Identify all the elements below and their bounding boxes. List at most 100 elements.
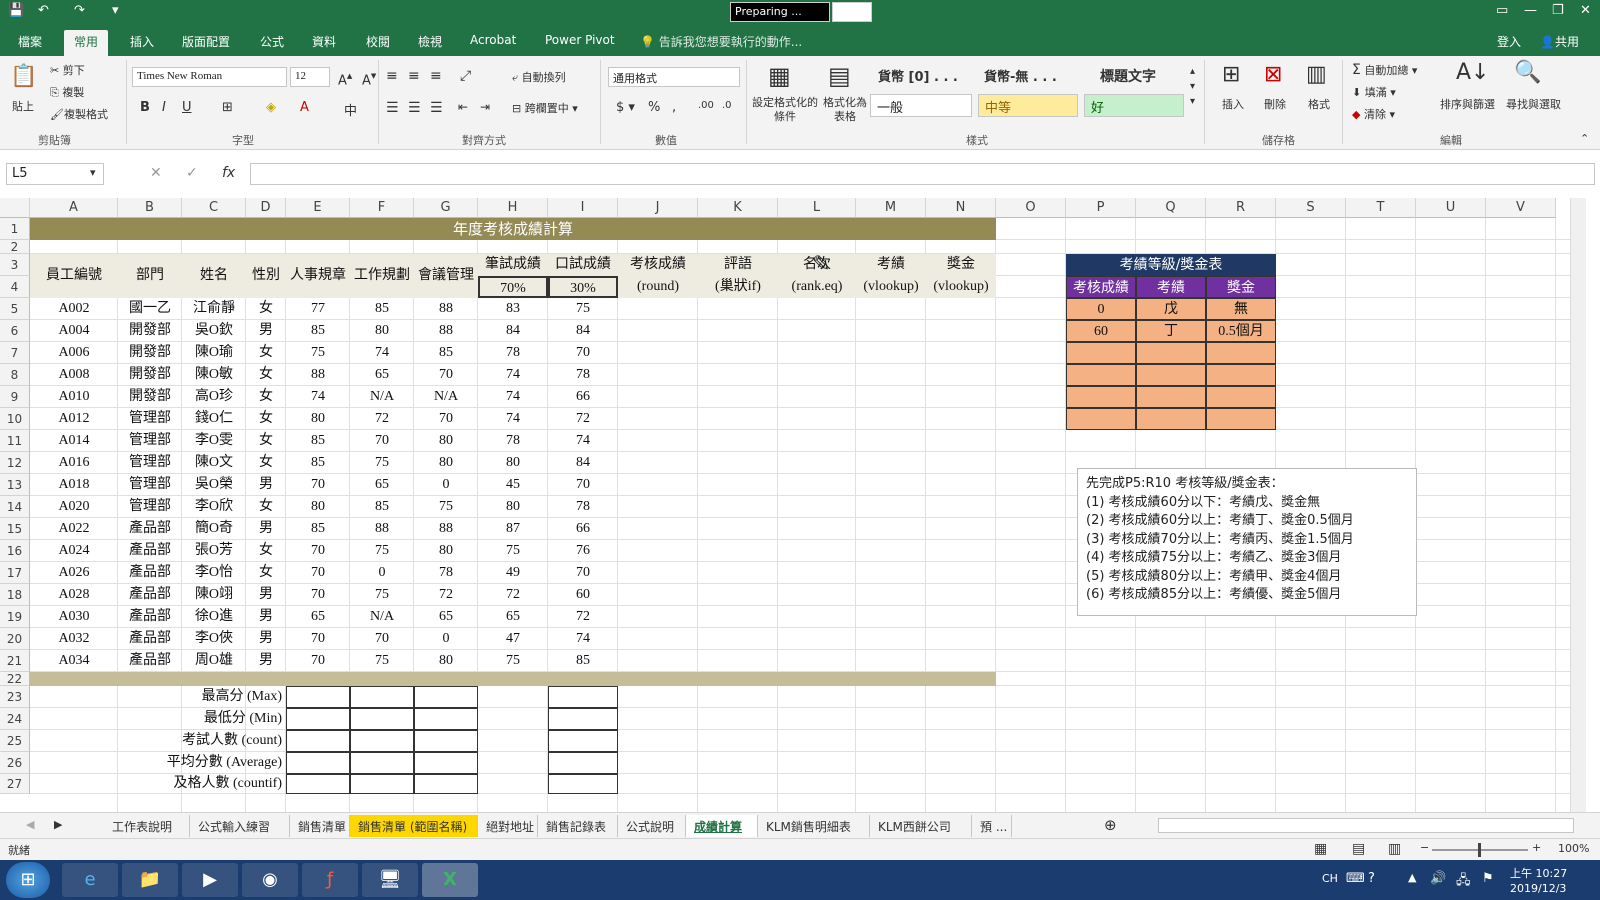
start-button[interactable]: ⊞ (6, 862, 50, 898)
stat-label[interactable]: 最高分 (Max) (30, 686, 286, 708)
employee-cell[interactable]: 84 (548, 320, 618, 342)
employee-cell[interactable]: 75 (350, 650, 414, 672)
decrease-decimal-icon[interactable]: .0 (722, 100, 732, 111)
employee-cell[interactable]: 女 (246, 364, 286, 386)
zoom-level[interactable]: 100% (1558, 842, 1589, 855)
employee-cell[interactable]: 72 (414, 584, 478, 606)
employee-cell[interactable]: 70 (548, 342, 618, 364)
language-indicator[interactable]: CH (1322, 872, 1338, 885)
employee-cell[interactable]: 74 (350, 342, 414, 364)
stat-value-cell[interactable] (350, 774, 414, 794)
row-header[interactable]: 18 (0, 584, 30, 606)
employee-cell[interactable]: 產品部 (118, 540, 182, 562)
orientation-icon[interactable]: ⤢ (460, 68, 471, 84)
employee-cell[interactable]: 75 (478, 650, 548, 672)
employee-cell[interactable]: N/A (350, 606, 414, 628)
employee-cell[interactable]: 李O俠 (182, 628, 246, 650)
employee-cell[interactable]: 李O雯 (182, 430, 246, 452)
volume-icon[interactable]: 🔊 (1430, 871, 1446, 886)
column-header[interactable]: N (926, 198, 996, 218)
find-select-button[interactable]: 尋找與選取 (1506, 96, 1561, 112)
employee-cell[interactable]: 女 (246, 496, 286, 518)
tab-scroll-right-icon[interactable]: ▶ (54, 818, 62, 831)
employee-cell[interactable]: 周O雄 (182, 650, 246, 672)
stat-value-cell[interactable] (286, 686, 350, 708)
employee-cell[interactable]: 60 (548, 584, 618, 606)
employee-cell[interactable]: 70 (286, 650, 350, 672)
employee-cell[interactable]: 80 (414, 650, 478, 672)
align-left-icon[interactable]: ☰ (386, 100, 399, 116)
percent-icon[interactable]: % (648, 100, 660, 115)
employee-cell[interactable]: 產品部 (118, 584, 182, 606)
tell-me-search[interactable]: 💡 告訴我您想要執行的動作... (640, 33, 802, 50)
name-box-dropdown-icon[interactable]: ▾ (90, 166, 96, 179)
instructions-textbox[interactable]: 先完成P5:R10 考核等級/獎金表： (1) 考核成績60分以下：考績戊、獎金… (1077, 468, 1417, 616)
header-planning[interactable]: 工作規劃 (350, 254, 414, 298)
employee-cell[interactable]: 85 (286, 430, 350, 452)
employee-cell[interactable]: 開發部 (118, 342, 182, 364)
redo-icon[interactable]: ↷ (74, 3, 85, 18)
bonus-table-cell[interactable]: 0.5個月 (1206, 320, 1276, 342)
currency-icon[interactable]: $ ▾ (616, 100, 635, 115)
column-header[interactable]: R (1206, 198, 1276, 218)
stat-value-cell[interactable] (286, 752, 350, 774)
employee-cell[interactable]: 男 (246, 650, 286, 672)
employee-cell[interactable]: 張O芳 (182, 540, 246, 562)
employee-cell[interactable]: 男 (246, 606, 286, 628)
row-header[interactable]: 14 (0, 496, 30, 518)
vertical-scrollbar[interactable] (1570, 198, 1586, 812)
employee-cell[interactable]: 吳O欽 (182, 320, 246, 342)
conditional-format-icon[interactable]: ▦ (768, 62, 791, 90)
undo-icon[interactable]: ↶ (38, 3, 49, 18)
employee-cell[interactable]: 87 (478, 518, 548, 540)
column-header[interactable]: K (698, 198, 778, 218)
employee-cell[interactable]: 75 (414, 496, 478, 518)
row-header[interactable]: 25 (0, 730, 30, 752)
employee-cell[interactable]: 85 (286, 320, 350, 342)
employee-cell[interactable]: A022 (30, 518, 118, 540)
row-header[interactable]: 26 (0, 752, 30, 774)
employee-cell[interactable]: 75 (286, 342, 350, 364)
stat-value-cell[interactable] (286, 708, 350, 730)
employee-cell[interactable]: A004 (30, 320, 118, 342)
column-header[interactable]: A (30, 198, 118, 218)
employee-cell[interactable]: 70 (548, 562, 618, 584)
sheet-tab[interactable]: KLM銷售明細表 (758, 815, 870, 837)
save-icon[interactable]: 💾 (8, 3, 24, 18)
employee-cell[interactable]: 女 (246, 386, 286, 408)
bonus-table-cell[interactable] (1066, 342, 1136, 364)
tab-data[interactable]: 資料 (312, 33, 336, 50)
tab-insert[interactable]: 插入 (130, 33, 154, 50)
employee-cell[interactable]: 80 (350, 320, 414, 342)
row-header[interactable]: 1 (0, 218, 30, 240)
employee-cell[interactable]: 80 (414, 540, 478, 562)
employee-cell[interactable]: 徐O進 (182, 606, 246, 628)
tab-acrobat[interactable]: Acrobat (470, 33, 516, 47)
employee-cell[interactable]: 85 (286, 452, 350, 474)
bold-icon[interactable]: B (140, 100, 150, 115)
sheet-tab[interactable]: KLM西餅公司 (870, 815, 972, 837)
column-header[interactable]: F (350, 198, 414, 218)
employee-cell[interactable]: 80 (286, 496, 350, 518)
employee-cell[interactable]: 78 (414, 562, 478, 584)
employee-cell[interactable]: 65 (478, 606, 548, 628)
header-gender[interactable]: 性別 (246, 254, 286, 298)
column-header[interactable]: I (548, 198, 618, 218)
bonus-table-cell[interactable]: 丁 (1136, 320, 1206, 342)
bonus-table-cell[interactable] (1206, 364, 1276, 386)
stat-label[interactable]: 最低分 (Min) (30, 708, 286, 730)
header-emp-id[interactable]: 員工編號 (30, 254, 118, 298)
align-middle-icon[interactable]: ≡ (408, 68, 420, 84)
stat-value-cell[interactable] (548, 708, 618, 730)
header-department[interactable]: 部門 (118, 254, 182, 298)
formula-input[interactable] (250, 163, 1595, 185)
employee-cell[interactable]: A010 (30, 386, 118, 408)
employee-cell[interactable]: 陳O翊 (182, 584, 246, 606)
employee-cell[interactable]: 80 (478, 452, 548, 474)
bonus-table-cell[interactable] (1136, 386, 1206, 408)
select-all-corner[interactable] (0, 198, 30, 218)
style-normal[interactable]: 一般 (870, 94, 972, 117)
font-name-select[interactable]: Times New Roman (132, 67, 287, 87)
employee-cell[interactable]: 75 (350, 452, 414, 474)
delete-cells-icon[interactable]: ⊠ (1264, 62, 1282, 87)
